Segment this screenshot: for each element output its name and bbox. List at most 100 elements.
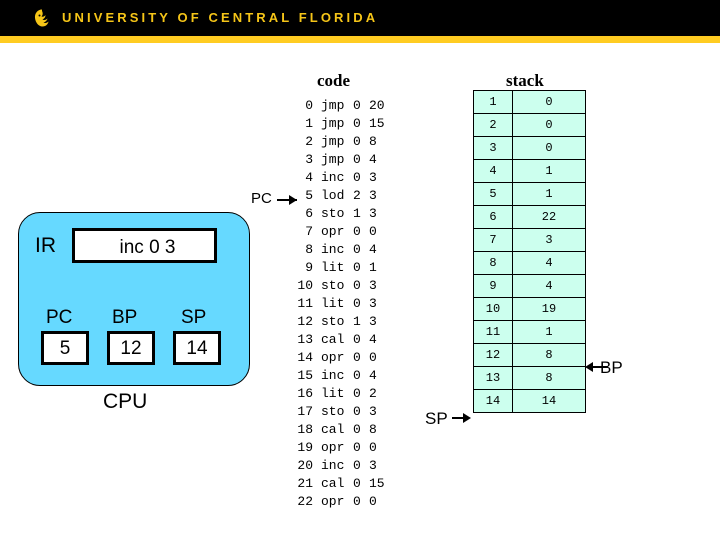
code-line-address: 7 bbox=[305, 224, 313, 239]
stack-row: 6 22 bbox=[473, 205, 586, 229]
code-line-address: 11 bbox=[297, 296, 313, 311]
code-line-argument: 0 bbox=[369, 494, 377, 509]
stack-row: 10 19 bbox=[473, 297, 586, 321]
code-line-address: 0 bbox=[305, 98, 313, 113]
code-line-level: 0 bbox=[353, 440, 361, 455]
code-line-address: 17 bbox=[297, 404, 313, 419]
code-line: 0 jmp 0 20 bbox=[291, 97, 385, 115]
code-line-level: 0 bbox=[353, 170, 361, 185]
stack-row-index: 10 bbox=[473, 297, 513, 321]
code-line: 9 lit 0 1 bbox=[291, 259, 385, 277]
code-line-address: 14 bbox=[297, 350, 313, 365]
code-line-opcode: inc bbox=[321, 368, 345, 383]
sp-register-value: 14 bbox=[186, 338, 208, 359]
code-line-argument: 3 bbox=[369, 458, 377, 473]
stack-row-value: 8 bbox=[512, 343, 586, 367]
ir-register-box: inc 0 3 bbox=[72, 228, 217, 263]
sp-annotation-arrow-head bbox=[463, 413, 471, 423]
code-line-level: 0 bbox=[353, 494, 361, 509]
code-line-argument: 15 bbox=[369, 476, 385, 491]
code-line-level: 0 bbox=[353, 296, 361, 311]
stack-row-value: 4 bbox=[512, 274, 586, 298]
pc-register-box: 5 bbox=[41, 331, 89, 365]
code-line-argument: 3 bbox=[369, 188, 377, 203]
code-line-opcode: opr bbox=[321, 350, 345, 365]
code-listing: 0 jmp 0 20 1 jmp 0 15 2 jmp 0 8 3 jmp 0 4 4 inc 0 3 5 lod 2 3 6 s… bbox=[291, 97, 385, 511]
stack-table: 1 0 2 0 3 0 4 1 5 1 6 22 7 3 8 4 9 4 10 19 11 1 12 8 13 8 14 14 bbox=[473, 90, 586, 413]
code-line: 12 sto 1 3 bbox=[291, 313, 385, 331]
code-line-address: 10 bbox=[297, 278, 313, 293]
code-line-argument: 3 bbox=[369, 170, 377, 185]
code-line-argument: 8 bbox=[369, 422, 377, 437]
stack-row-index: 2 bbox=[473, 113, 513, 137]
stack-row-index: 11 bbox=[473, 320, 513, 344]
stack-row: 51 bbox=[473, 182, 586, 206]
code-line-opcode: lit bbox=[321, 296, 345, 311]
code-line-level: 0 bbox=[353, 278, 361, 293]
stack-row: 30 bbox=[473, 136, 586, 160]
code-line-opcode: sto bbox=[321, 404, 345, 419]
code-line-address: 13 bbox=[297, 332, 313, 347]
stack-row: 20 bbox=[473, 113, 586, 137]
code-line-opcode: inc bbox=[321, 458, 345, 473]
stack-row-index: 13 bbox=[473, 366, 513, 390]
stack-row: 14 14 bbox=[473, 389, 586, 413]
code-line-argument: 0 bbox=[369, 224, 377, 239]
code-line-argument: 2 bbox=[369, 386, 377, 401]
stack-row-index: 14 bbox=[473, 389, 513, 413]
code-line-address: 8 bbox=[305, 242, 313, 257]
code-line-opcode: lod bbox=[321, 188, 345, 203]
code-line-argument: 4 bbox=[369, 368, 377, 383]
code-line-opcode: inc bbox=[321, 242, 345, 257]
code-line-level: 0 bbox=[353, 260, 361, 275]
code-line-level: 0 bbox=[353, 368, 361, 383]
stack-row-index: 12 bbox=[473, 343, 513, 367]
stack-row: 84 bbox=[473, 251, 586, 275]
header-gold-stripe bbox=[0, 36, 720, 43]
pc-pointer-arrow-head bbox=[289, 195, 297, 205]
cpu-caption: CPU bbox=[103, 390, 148, 413]
stack-row: 94 bbox=[473, 274, 586, 298]
code-line-opcode: opr bbox=[321, 224, 345, 239]
code-line-argument: 8 bbox=[369, 134, 377, 149]
code-line: 16 lit 0 2 bbox=[291, 385, 385, 403]
code-line-argument: 20 bbox=[369, 98, 385, 113]
stack-row-index: 9 bbox=[473, 274, 513, 298]
code-line-level: 0 bbox=[353, 332, 361, 347]
stack-row: 13 8 bbox=[473, 366, 586, 390]
code-line-level: 1 bbox=[353, 314, 361, 329]
ir-register-value: inc 0 3 bbox=[119, 237, 176, 258]
code-line-level: 0 bbox=[353, 116, 361, 131]
stack-row: 73 bbox=[473, 228, 586, 252]
stack-row-index: 8 bbox=[473, 251, 513, 275]
code-line: 6 sto 1 3 bbox=[291, 205, 385, 223]
code-line-address: 6 bbox=[305, 206, 313, 221]
stack-row: 10 bbox=[473, 90, 586, 114]
code-line: 2 jmp 0 8 bbox=[291, 133, 385, 151]
stack-row: 11 1 bbox=[473, 320, 586, 344]
bp-annotation-label: BP bbox=[600, 358, 623, 377]
stack-table-body: 1 0 2 0 3 0 4 1 5 1 6 22 7 3 8 4 9 4 10 19 11 1 12 8 13 8 14 14 bbox=[473, 90, 586, 413]
code-section-title: code bbox=[317, 71, 351, 90]
stack-row-value: 1 bbox=[512, 159, 586, 183]
stack-row-value: 8 bbox=[512, 366, 586, 390]
code-line-opcode: cal bbox=[321, 332, 345, 347]
code-line-address: 9 bbox=[305, 260, 313, 275]
code-line: 5 lod 2 3 bbox=[291, 187, 385, 205]
stack-row: 41 bbox=[473, 159, 586, 183]
stack-row-value: 14 bbox=[512, 389, 586, 413]
code-line-opcode: sto bbox=[321, 278, 345, 293]
code-line-address: 18 bbox=[297, 422, 313, 437]
code-line: 17 sto 0 3 bbox=[291, 403, 385, 421]
code-line-opcode: opr bbox=[321, 440, 345, 455]
code-line-argument: 4 bbox=[369, 242, 377, 257]
stack-section-title: stack bbox=[506, 71, 544, 90]
code-line: 1 jmp 0 15 bbox=[291, 115, 384, 133]
stack-row: 12 8 bbox=[473, 343, 586, 367]
code-line-address: 4 bbox=[305, 170, 313, 185]
code-line-address: 3 bbox=[305, 152, 313, 167]
stack-row-index: 7 bbox=[473, 228, 513, 252]
stack-row-index: 6 bbox=[473, 205, 513, 229]
sp-register-box: 14 bbox=[173, 331, 221, 365]
code-line-opcode: jmp bbox=[321, 152, 345, 167]
